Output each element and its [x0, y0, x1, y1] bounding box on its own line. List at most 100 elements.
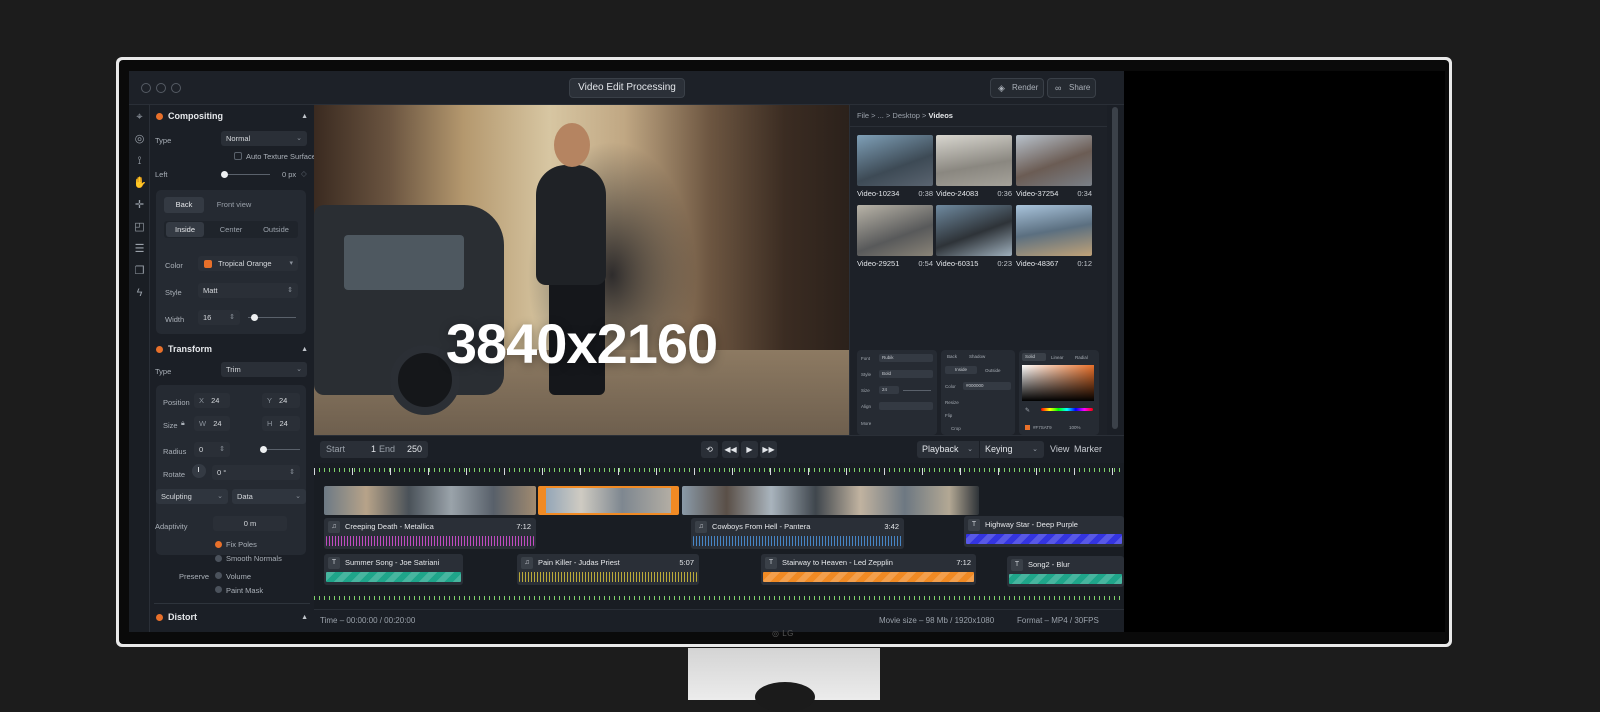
- left-slider-track[interactable]: [224, 174, 270, 175]
- video-clip[interactable]: [682, 486, 979, 515]
- render-button[interactable]: ◈ Render: [990, 78, 1044, 98]
- mini-size-slider[interactable]: [903, 390, 931, 391]
- radius-slider-knob[interactable]: [260, 446, 267, 453]
- mini-color-field[interactable]: #000000: [963, 382, 1011, 390]
- rotate-field[interactable]: 0 ° ⇕: [212, 465, 300, 480]
- mini-inside-segment[interactable]: Inside: [945, 366, 977, 374]
- lock-icon[interactable]: 🔒︎: [181, 420, 185, 428]
- node-path-icon[interactable]: ⟟: [133, 155, 146, 168]
- tab-front-view[interactable]: Front view: [210, 197, 258, 212]
- radius-stepper[interactable]: 0 ⇕: [194, 442, 230, 457]
- scrollbar-thumb[interactable]: [1112, 107, 1118, 429]
- keying-dropdown[interactable]: Keying ⌄: [980, 441, 1044, 458]
- transform-type-select[interactable]: Trim ⌄: [221, 362, 307, 377]
- type-select[interactable]: Normal ⌄: [221, 131, 307, 146]
- size-h-field[interactable]: H 24: [262, 416, 300, 431]
- audio-track[interactable]: ♫ Cowboys From Hell - Pantera 3:42: [691, 518, 904, 549]
- segment-center[interactable]: Center: [210, 222, 252, 237]
- rewind-icon[interactable]: ◀◀: [722, 441, 739, 458]
- sculpting-select[interactable]: Sculpting ⌄: [156, 489, 228, 504]
- transform-section-header[interactable]: Transform: [156, 344, 212, 354]
- video-thumbnail[interactable]: [857, 135, 933, 186]
- smooth-normals-radio[interactable]: [215, 555, 222, 562]
- shape-icon[interactable]: ◰: [133, 221, 146, 234]
- segment-inside[interactable]: Inside: [166, 222, 204, 237]
- clip-trim-handle-left[interactable]: [540, 488, 546, 513]
- audio-track[interactable]: ♫ Pain Killer - Judas Priest 5:07: [517, 554, 699, 585]
- eyedropper-icon[interactable]: ✎: [1025, 407, 1030, 414]
- mini-style-select[interactable]: Bold: [879, 370, 933, 378]
- mini-tab-solid[interactable]: Solid: [1022, 353, 1046, 361]
- layers-icon[interactable]: ❐: [133, 265, 146, 278]
- video-thumbnail[interactable]: [1016, 205, 1092, 256]
- select-tool-icon[interactable]: ⌖: [133, 111, 146, 124]
- collapse-icon[interactable]: ▲: [301, 113, 308, 120]
- color-gradient-area[interactable]: [1022, 365, 1094, 401]
- playback-dropdown[interactable]: Playback ⌄: [917, 441, 979, 458]
- window-close-button[interactable]: [141, 83, 151, 93]
- collapse-icon[interactable]: ▲: [301, 346, 308, 353]
- text-track[interactable]: T Song2 - Blur: [1007, 556, 1124, 587]
- text-track[interactable]: T Stairway to Heaven - Led Zepplin 7:12: [761, 554, 976, 585]
- mini-size-field[interactable]: 24: [879, 386, 899, 394]
- video-thumbnail[interactable]: [936, 205, 1012, 256]
- auto-texture-checkbox[interactable]: [234, 152, 242, 160]
- view-menu[interactable]: View: [1050, 441, 1069, 458]
- style-select[interactable]: Matt ⇕: [198, 283, 298, 298]
- video-thumbnail[interactable]: [1016, 135, 1092, 186]
- data-select[interactable]: Data ⌄: [232, 489, 306, 504]
- video-clip[interactable]: [324, 486, 536, 515]
- hand-icon[interactable]: ✋: [133, 177, 147, 190]
- lightning-icon[interactable]: ϟ: [133, 287, 146, 300]
- globe-icon[interactable]: ◎: [133, 133, 146, 146]
- loop-icon[interactable]: ⟲: [701, 441, 718, 458]
- window-maximize-button[interactable]: [171, 83, 181, 93]
- window-minimize-button[interactable]: [156, 83, 166, 93]
- collapse-icon[interactable]: ▲: [301, 614, 308, 621]
- compositing-section-header[interactable]: Compositing: [156, 111, 223, 121]
- mini-tab-linear[interactable]: Linear: [1051, 355, 1064, 360]
- breadcrumb[interactable]: File > ... > Desktop > Videos: [857, 111, 953, 120]
- marker-menu[interactable]: Marker: [1074, 441, 1102, 458]
- audio-track[interactable]: ♫ Creeping Death - Metallica 7:12: [324, 518, 536, 549]
- radius-slider-track[interactable]: [262, 449, 300, 450]
- clip-trim-handle-right[interactable]: [671, 488, 677, 513]
- volume-radio[interactable]: [215, 572, 222, 579]
- mini-align-buttons[interactable]: [879, 402, 933, 410]
- mini-more-label: More: [861, 421, 872, 426]
- distort-section-header[interactable]: Distort: [156, 612, 197, 622]
- keyframe-icon[interactable]: ◇: [301, 169, 307, 178]
- play-icon[interactable]: ▶: [741, 441, 758, 458]
- adaptivity-field[interactable]: 0 m: [213, 516, 287, 531]
- left-slider-knob[interactable]: [221, 171, 228, 178]
- video-thumbnail[interactable]: [936, 135, 1012, 186]
- text-track[interactable]: T Highway Star - Deep Purple: [964, 516, 1124, 547]
- hue-slider[interactable]: [1041, 408, 1093, 411]
- move-icon[interactable]: ✛: [133, 199, 146, 212]
- fix-poles-radio[interactable]: [215, 541, 222, 548]
- position-x-field[interactable]: X 24: [194, 393, 230, 408]
- width-stepper[interactable]: 16 ⇕: [198, 310, 240, 325]
- video-preview[interactable]: 3840x2160: [314, 105, 849, 435]
- vertical-scrollbar[interactable]: [1109, 105, 1124, 435]
- video-clip-selected[interactable]: [538, 486, 679, 515]
- paint-mask-radio[interactable]: [215, 586, 222, 593]
- mini-font-select[interactable]: Rubik: [879, 354, 933, 362]
- tab-back[interactable]: Back: [164, 197, 204, 213]
- range-field[interactable]: Start 1 End 250: [320, 441, 428, 458]
- rotate-dial[interactable]: [192, 464, 206, 478]
- align-icon[interactable]: ☰: [133, 243, 146, 256]
- video-thumbnail[interactable]: [857, 205, 933, 256]
- width-slider-knob[interactable]: [251, 314, 258, 321]
- text-track[interactable]: T Summer Song - Joe Satriani: [324, 554, 463, 585]
- position-y-field[interactable]: Y 24: [262, 393, 300, 408]
- mini-tab-radial[interactable]: Radial: [1075, 355, 1088, 360]
- share-button[interactable]: ∞ Share: [1047, 78, 1096, 98]
- fast-forward-icon[interactable]: ▶▶: [760, 441, 777, 458]
- segment-outside[interactable]: Outside: [256, 222, 296, 237]
- timeline[interactable]: ♫ Creeping Death - Metallica 7:12 ♫ Cowb…: [314, 463, 1124, 609]
- document-title[interactable]: Video Edit Processing: [569, 78, 685, 98]
- size-w-field[interactable]: W 24: [194, 416, 230, 431]
- color-select[interactable]: Tropical Orange ▾: [198, 256, 298, 271]
- stepper-icon: ⇕: [229, 314, 235, 321]
